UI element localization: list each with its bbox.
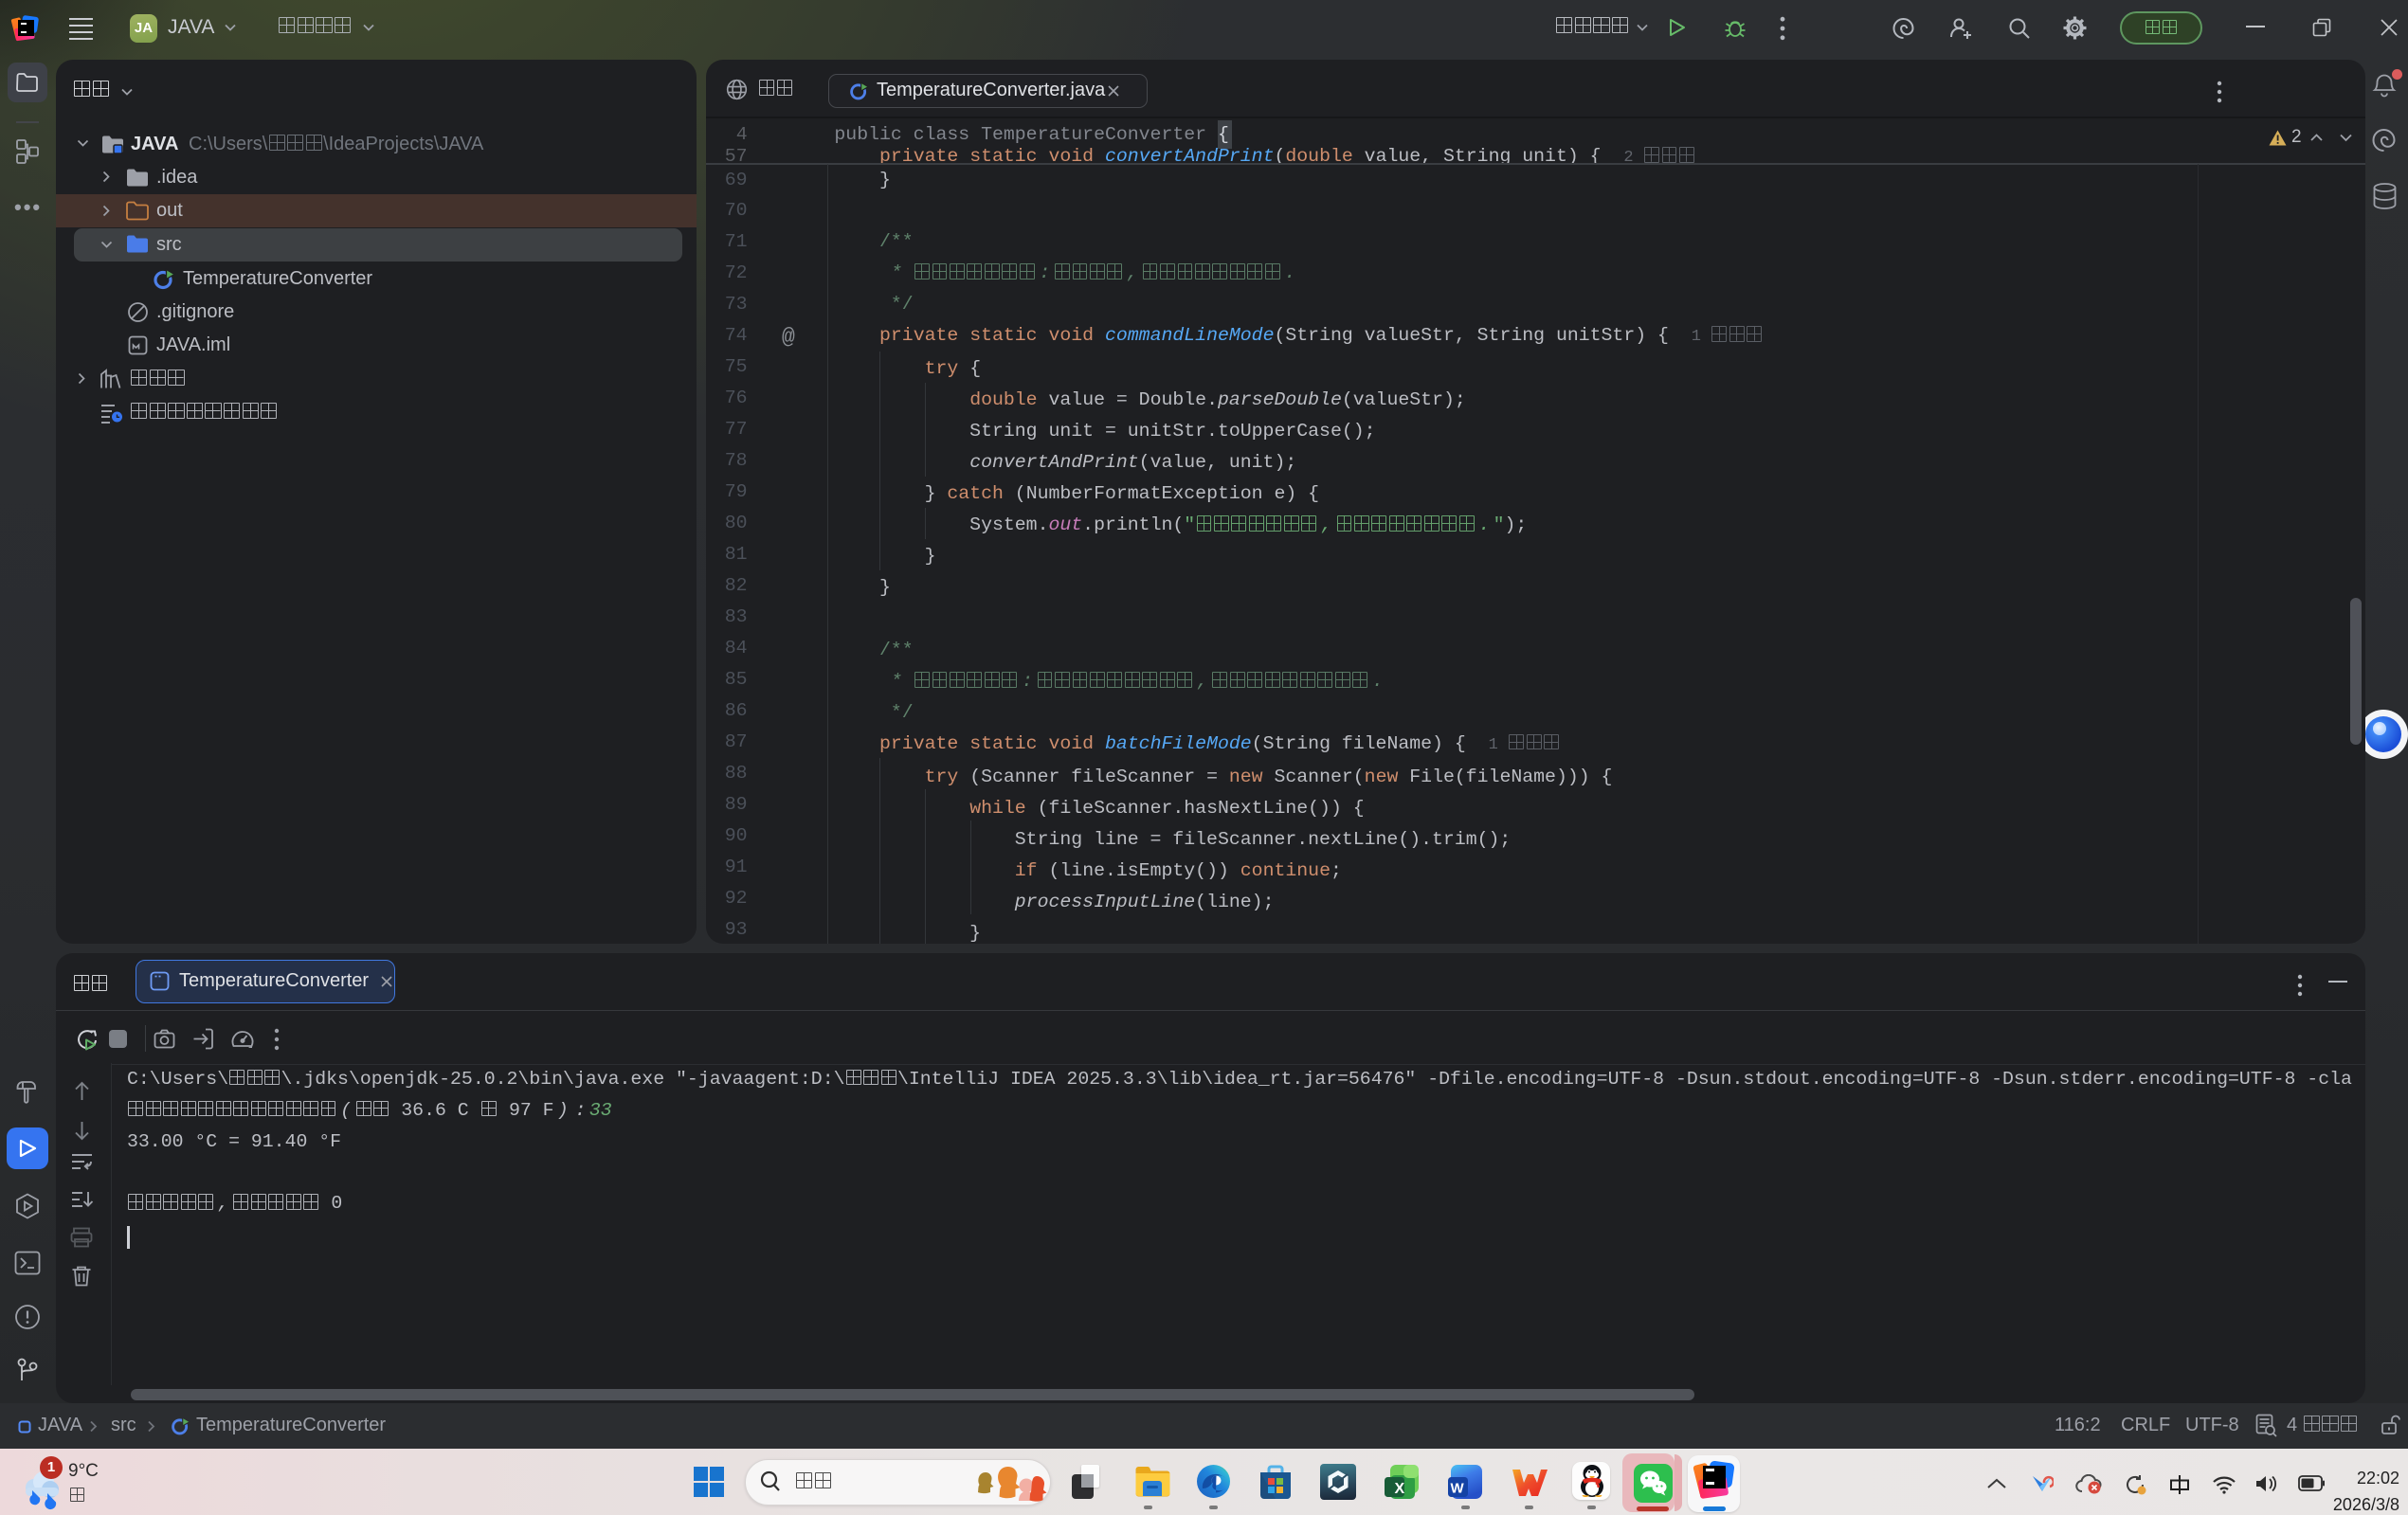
svg-text:W: W bbox=[1451, 1481, 1465, 1497]
svg-text:X: X bbox=[1395, 1481, 1405, 1497]
